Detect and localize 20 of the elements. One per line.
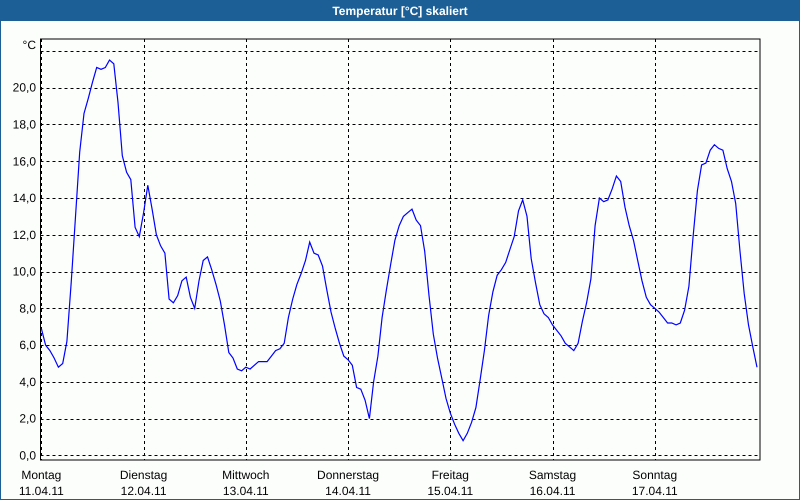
x-tick-label: Mittwoch 13.04.11 (222, 468, 270, 498)
y-tick-label: 16,0 (12, 154, 36, 168)
x-tick-label: Donnerstag 14.04.11 (317, 468, 380, 498)
y-tick-label: 4,0 (19, 374, 36, 389)
y-tick-label: 20,0 (12, 80, 36, 95)
y-tick-label: 8,0 (19, 301, 36, 316)
y-tick-label: 14,0 (12, 191, 36, 206)
y-tick-label: 2,0 (19, 412, 36, 426)
y-tick-label: 18,0 (12, 117, 36, 132)
y-tick-label: 12,0 (12, 228, 36, 242)
x-tick-label: Samstag 16.04.11 (528, 468, 576, 498)
x-tick-label: Dienstag 12.04.11 (120, 468, 168, 498)
y-axis-unit: °C (22, 38, 36, 52)
y-tick-label: 10,0 (12, 264, 36, 279)
x-tick-label: Montag 11.04.11 (18, 468, 64, 498)
y-tick-label: 6,0 (19, 338, 36, 352)
y-tick-label: 0,0 (19, 448, 36, 462)
window-title: Temperatur [°C] skaliert (1, 1, 799, 21)
x-tick-label: Sonntag 17.04.11 (632, 468, 678, 498)
x-tick-label: Freitag 15.04.11 (427, 468, 474, 498)
